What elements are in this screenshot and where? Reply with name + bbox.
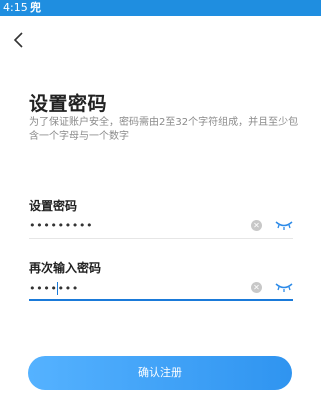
carrier-icon: 兜 [30,1,41,14]
eye-closed-icon[interactable] [275,220,293,230]
back-button[interactable] [10,30,30,50]
clear-icon[interactable]: ✕ [251,282,262,293]
confirm-password-label: 再次输入密码 [29,261,102,275]
page-subtitle: 为了保证账户安全，密码需由2至32个字符组成，并且至少包含一个字母与一个数字 [29,117,299,142]
password-input[interactable] [29,216,259,234]
status-time: 4:15 [3,1,28,14]
clear-icon[interactable]: ✕ [251,220,262,231]
text-caret [57,282,58,295]
password-underline [29,238,293,239]
chevron-left-icon [13,32,23,48]
confirm-register-button[interactable]: 确认注册 [28,356,292,390]
password-label: 设置密码 [29,199,78,213]
status-bar: 4:15 兜 [0,0,321,16]
eye-closed-icon[interactable] [275,282,293,292]
confirm-password-underline [29,299,293,301]
confirm-password-input[interactable] [29,279,259,297]
page-title: 设置密码 [29,93,108,115]
